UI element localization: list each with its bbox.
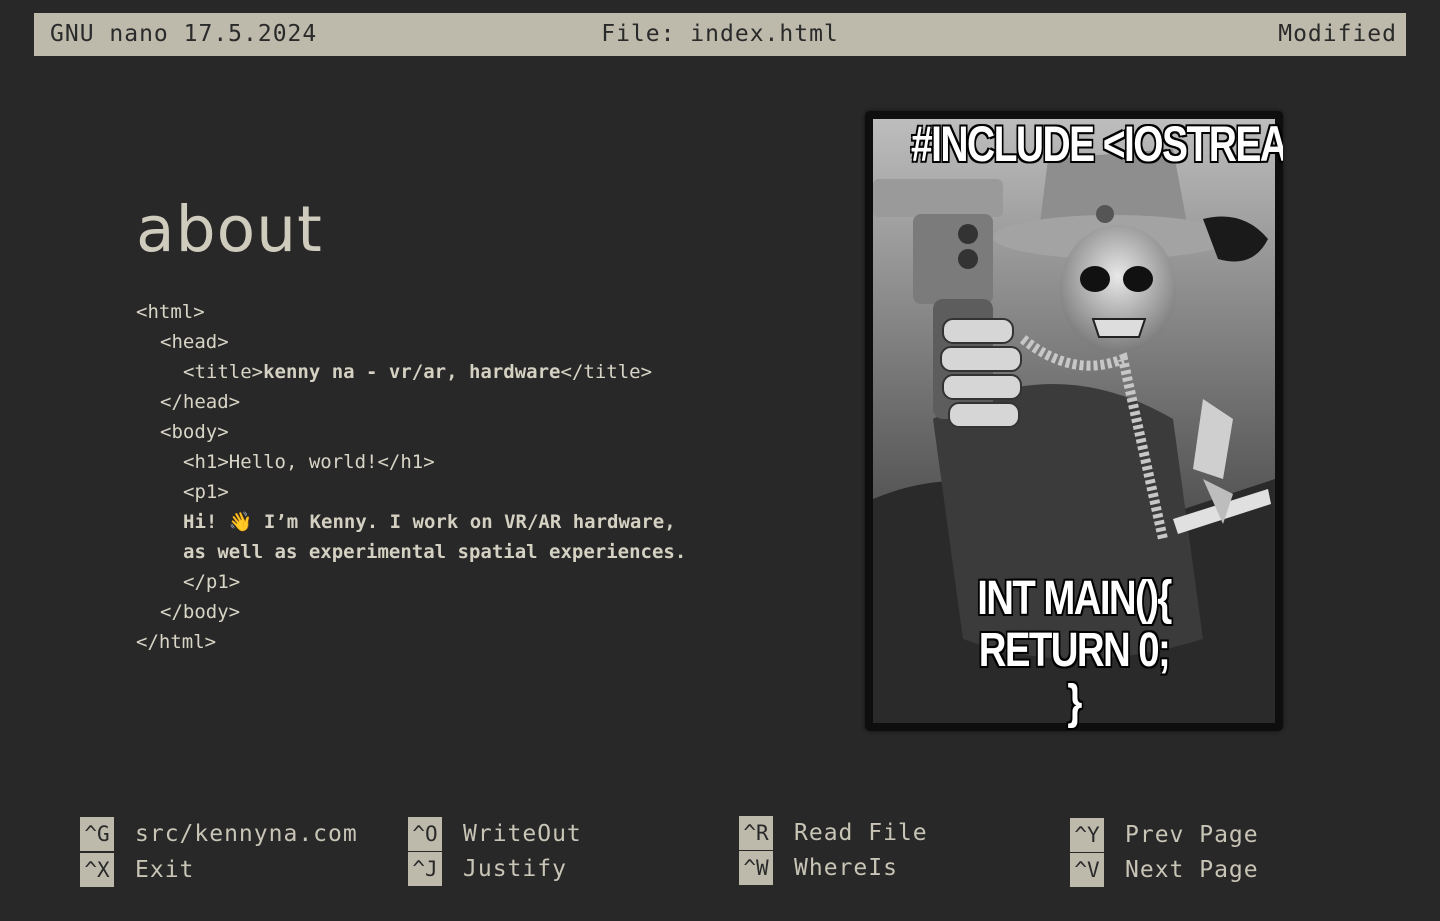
- shortcut-key: ^X: [80, 853, 114, 887]
- shortcut-key: ^G: [80, 817, 114, 851]
- shortcut-label: WhereIs: [794, 855, 898, 881]
- shortcut-whereis[interactable]: ^W WhereIs: [739, 851, 898, 885]
- title-open-tag: <title>: [183, 361, 264, 383]
- shortcut-label: Next Page: [1125, 857, 1259, 883]
- code-line: </head>: [160, 391, 241, 413]
- shortcut-exit[interactable]: ^X Exit: [80, 853, 194, 887]
- meme-image: #INCLUDE <IOSTREAM> INT MAIN(){ RETURN 0…: [865, 111, 1283, 731]
- shortcut-writeout[interactable]: ^O WriteOut: [408, 817, 582, 851]
- shortcut-label: Prev Page: [1125, 822, 1259, 848]
- meme-top-caption: #INCLUDE <IOSTREAM>: [910, 116, 1283, 172]
- shortcut-key: ^V: [1070, 853, 1104, 887]
- shortcut-label: Read File: [794, 820, 928, 846]
- meme-bottom-caption: INT MAIN(){ RETURN 0; }: [907, 573, 1241, 729]
- shortcut-next-page[interactable]: ^V Next Page: [1070, 853, 1259, 887]
- shortcut-label: src/kennyna.com: [135, 821, 358, 847]
- shortcut-key: ^R: [739, 816, 773, 850]
- shortcut-label: Exit: [135, 857, 195, 883]
- code-line: <body>: [160, 421, 229, 443]
- meme-bottom-line: RETURN 0;: [978, 624, 1171, 677]
- code-line: <p1>: [183, 481, 229, 503]
- code-line: </p1>: [183, 571, 241, 593]
- modified-status: Modified: [1278, 21, 1397, 47]
- intro-text: Hi! 👋 I’m Kenny. I work on VR/AR hardwar…: [183, 511, 676, 533]
- code-line: <html>: [136, 301, 205, 323]
- shortcut-key: ^W: [739, 851, 773, 885]
- nano-title-bar: GNU nano 17.5.2024 File: index.html Modi…: [34, 13, 1406, 56]
- code-line: <title>kenny na - vr/ar, hardware</title…: [136, 357, 686, 387]
- shortcut-help[interactable]: ^G src/kennyna.com: [80, 817, 358, 851]
- shortcut-prev-page[interactable]: ^Y Prev Page: [1070, 818, 1259, 852]
- meme-bottom-line: INT MAIN(){: [977, 572, 1172, 625]
- shortcut-key: ^J: [408, 852, 442, 886]
- shortcut-key: ^Y: [1070, 818, 1104, 852]
- code-line: <h1>Hello, world!</h1>: [183, 451, 435, 473]
- code-block: <html> <head> <title>kenny na - vr/ar, h…: [136, 297, 686, 657]
- code-line: <head>: [160, 331, 229, 353]
- file-name: File: index.html: [601, 21, 839, 47]
- shortcut-justify[interactable]: ^J Justify: [408, 852, 567, 886]
- shortcut-read-file[interactable]: ^R Read File: [739, 816, 928, 850]
- shortcut-label: WriteOut: [463, 821, 582, 847]
- code-line: </html>: [136, 631, 217, 653]
- title-close-tag: </title>: [560, 361, 653, 383]
- shortcut-key: ^O: [408, 817, 442, 851]
- code-line: </body>: [160, 601, 241, 623]
- title-text: kenny na - vr/ar, hardware: [263, 361, 561, 383]
- page-title: about: [136, 193, 323, 266]
- intro-text: as well as experimental spatial experien…: [183, 541, 687, 563]
- shortcut-label: Justify: [463, 856, 567, 882]
- meme-bottom-line: }: [1067, 676, 1082, 729]
